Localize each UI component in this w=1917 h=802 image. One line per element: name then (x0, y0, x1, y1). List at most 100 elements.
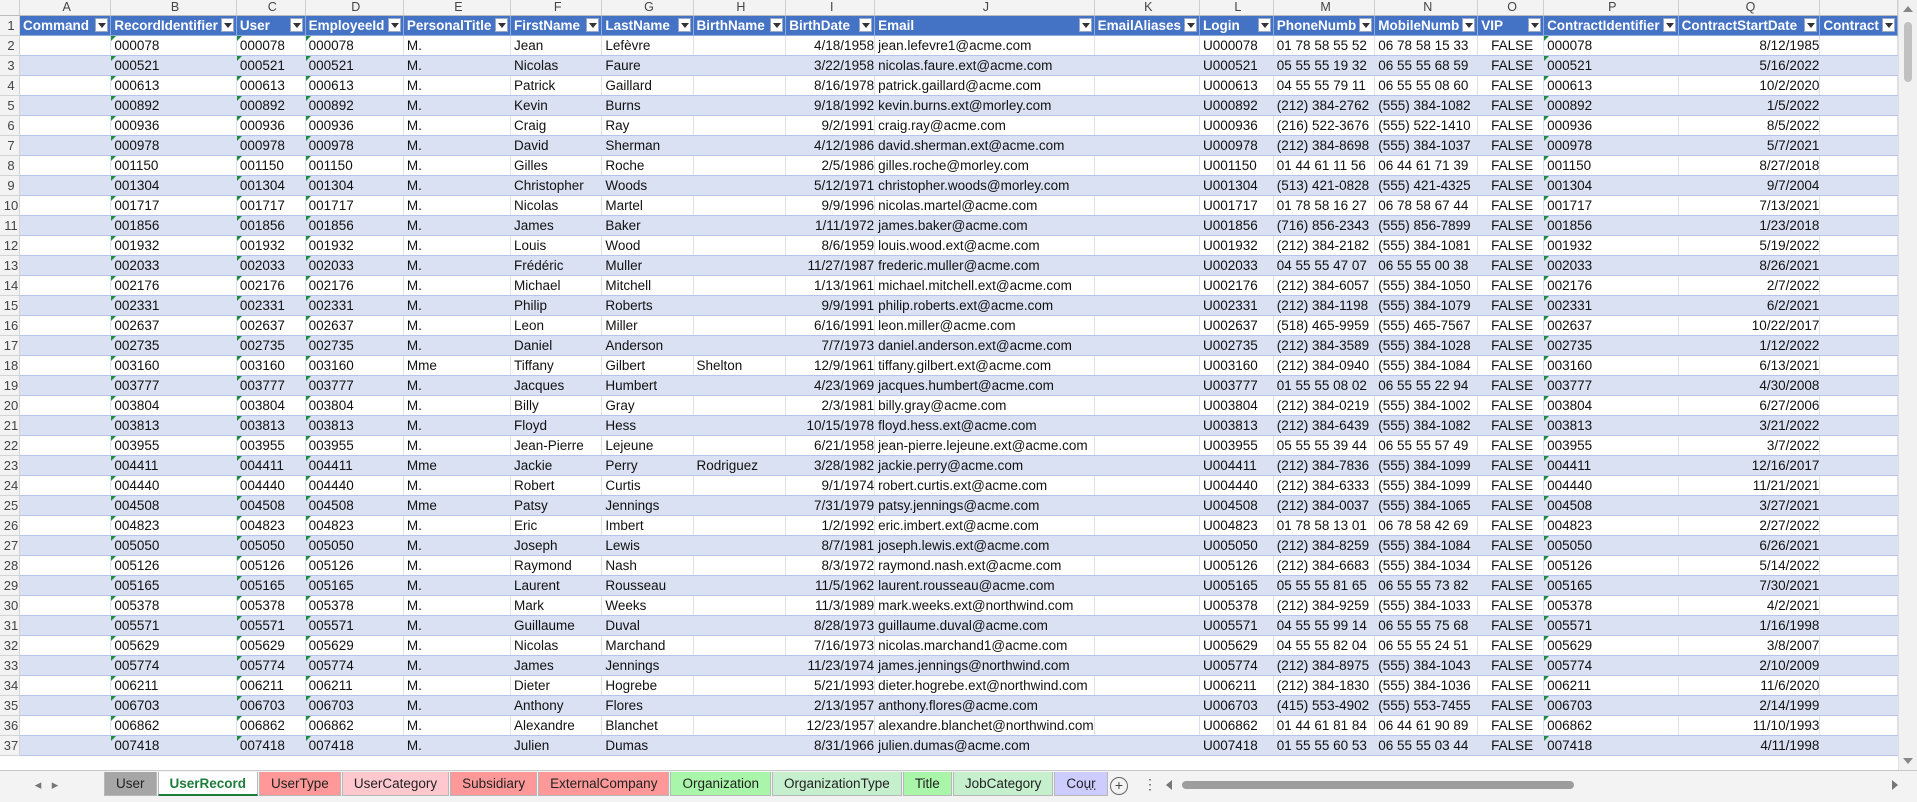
table-cell[interactable]: Kevin (510, 95, 603, 116)
table-cell[interactable]: U001717 (1199, 195, 1274, 216)
table-cell[interactable]: 000892 (1543, 95, 1679, 116)
table-cell[interactable]: 000521 (236, 55, 306, 76)
table-cell[interactable]: joseph.lewis.ext@acme.com (874, 535, 1095, 556)
table-cell[interactable] (1094, 675, 1200, 696)
table-cell[interactable]: 01 55 55 08 02 (1273, 375, 1376, 396)
table-cell[interactable]: 06 44 61 71 39 (1374, 155, 1479, 176)
row-number[interactable]: 14 (0, 275, 20, 296)
table-cell[interactable]: Faure (601, 55, 694, 76)
table-cell[interactable] (693, 35, 787, 56)
table-cell[interactable] (1094, 35, 1200, 56)
table-cell[interactable]: FALSE (1477, 135, 1545, 156)
table-cell[interactable]: 002331 (1543, 295, 1679, 316)
table-cell[interactable]: 000978 (305, 135, 404, 156)
table-cell[interactable]: FALSE (1477, 195, 1545, 216)
table-cell[interactable]: 11/23/1974 (785, 655, 876, 676)
table-cell[interactable]: 4/18/1958 (785, 35, 876, 56)
table-cell[interactable] (1094, 415, 1200, 436)
table-cell[interactable]: 001304 (236, 175, 306, 196)
table-cell[interactable]: 05 55 55 81 65 (1273, 575, 1376, 596)
table-cell[interactable]: James (510, 215, 603, 236)
table-cell[interactable] (1819, 215, 1898, 236)
table-cell[interactable]: 001932 (305, 235, 404, 256)
table-cell[interactable]: 2/27/2022 (1678, 515, 1821, 536)
table-cell[interactable] (19, 535, 112, 556)
table-cell[interactable]: 01 55 55 60 53 (1273, 735, 1376, 756)
table-cell[interactable]: 001304 (1543, 175, 1679, 196)
table-cell[interactable] (1819, 235, 1898, 256)
table-cell[interactable]: 006211 (1543, 675, 1679, 696)
table-cell[interactable]: robert.curtis.ext@acme.com (874, 475, 1095, 496)
table-cell[interactable]: Jackie (510, 455, 603, 476)
table-cell[interactable]: 003777 (1543, 375, 1679, 396)
table-cell[interactable]: FALSE (1477, 475, 1545, 496)
table-cell[interactable] (1819, 495, 1898, 516)
table-cell[interactable]: M. (403, 215, 511, 236)
filter-dropdown-icon[interactable] (1078, 18, 1092, 32)
table-cell[interactable] (19, 715, 112, 736)
table-cell[interactable]: M. (403, 435, 511, 456)
table-cell[interactable]: 007418 (1543, 735, 1679, 756)
table-cell[interactable]: 005050 (236, 535, 306, 556)
table-cell[interactable]: M. (403, 175, 511, 196)
table-cell[interactable]: Roberts (601, 295, 694, 316)
table-cell[interactable]: Gaillard (601, 75, 694, 96)
table-cell[interactable]: 001717 (305, 195, 404, 216)
horizontal-scrollbar[interactable] (1162, 777, 1902, 793)
table-cell[interactable]: Humbert (601, 375, 694, 396)
column-title-cell[interactable]: ContractIdentifier (1543, 15, 1679, 36)
table-cell[interactable]: (212) 384-8259 (1273, 535, 1376, 556)
table-cell[interactable]: M. (403, 255, 511, 276)
table-cell[interactable] (693, 155, 787, 176)
table-cell[interactable]: leon.miller@acme.com (874, 315, 1095, 336)
row-number[interactable]: 3 (0, 55, 20, 76)
table-cell[interactable] (693, 75, 787, 96)
table-cell[interactable]: 7/30/2021 (1678, 575, 1821, 596)
table-cell[interactable]: 8/28/1973 (785, 615, 876, 636)
table-cell[interactable] (19, 335, 112, 356)
table-cell[interactable]: 000521 (1543, 55, 1679, 76)
table-cell[interactable]: julien.dumas@acme.com (874, 735, 1095, 756)
filter-dropdown-icon[interactable] (859, 18, 873, 32)
row-number[interactable]: 33 (0, 655, 20, 676)
table-cell[interactable]: daniel.anderson.ext@acme.com (874, 335, 1095, 356)
table-cell[interactable]: (555) 856-7899 (1374, 215, 1479, 236)
table-cell[interactable]: Mark (510, 595, 603, 616)
table-cell[interactable]: Patsy (510, 495, 603, 516)
table-cell[interactable]: U005571 (1199, 615, 1274, 636)
table-cell[interactable]: Mitchell (601, 275, 694, 296)
table-cell[interactable]: 004823 (236, 515, 306, 536)
table-cell[interactable]: 2/10/2009 (1678, 655, 1821, 676)
table-cell[interactable]: 11/27/1987 (785, 255, 876, 276)
table-cell[interactable]: 000078 (236, 35, 306, 56)
table-cell[interactable]: Roche (601, 155, 694, 176)
table-cell[interactable] (693, 275, 787, 296)
row-number[interactable]: 15 (0, 295, 20, 316)
table-cell[interactable]: M. (403, 735, 511, 756)
table-cell[interactable]: 000613 (110, 75, 237, 96)
table-cell[interactable]: Jean-Pierre (510, 435, 603, 456)
table-cell[interactable] (1094, 635, 1200, 656)
table-cell[interactable]: eric.imbert.ext@acme.com (874, 515, 1095, 536)
table-cell[interactable]: Wood (601, 235, 694, 256)
table-cell[interactable]: 4/12/1986 (785, 135, 876, 156)
table-cell[interactable] (1819, 435, 1898, 456)
table-cell[interactable]: U004440 (1199, 475, 1274, 496)
table-cell[interactable]: michael.mitchell.ext@acme.com (874, 275, 1095, 296)
table-cell[interactable] (19, 295, 112, 316)
table-cell[interactable]: (555) 384-1082 (1374, 415, 1479, 436)
table-cell[interactable]: FALSE (1477, 175, 1545, 196)
table-cell[interactable]: nicolas.marchand1@acme.com (874, 635, 1095, 656)
filter-dropdown-icon[interactable] (95, 18, 109, 32)
table-cell[interactable]: 007418 (305, 735, 404, 756)
column-title-cell[interactable]: Command (19, 15, 112, 36)
table-cell[interactable]: 001932 (236, 235, 306, 256)
table-cell[interactable]: 11/21/2021 (1678, 475, 1821, 496)
table-cell[interactable] (1094, 95, 1200, 116)
column-title-cell[interactable]: BirthDate (785, 15, 876, 36)
table-cell[interactable]: 004440 (305, 475, 404, 496)
table-cell[interactable] (1819, 255, 1898, 276)
table-cell[interactable]: U003777 (1199, 375, 1274, 396)
table-cell[interactable]: 5/14/2022 (1678, 555, 1821, 576)
table-cell[interactable]: Flores (601, 695, 694, 716)
